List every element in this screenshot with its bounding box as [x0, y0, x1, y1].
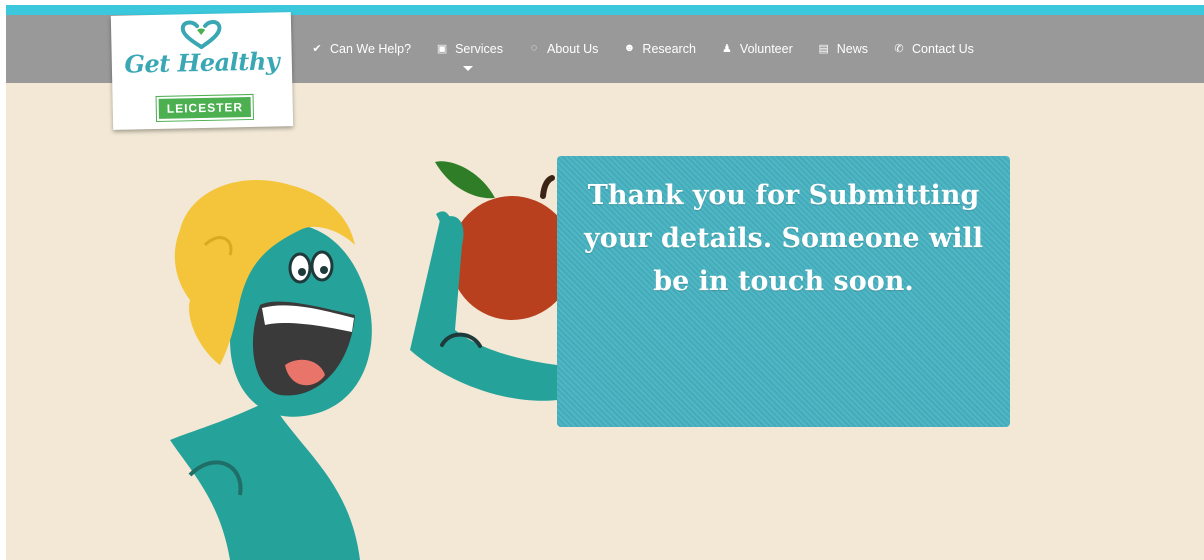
heart-hands-icon	[180, 20, 222, 50]
character-illustration	[170, 161, 570, 560]
nav-item-label: Volunteer	[739, 42, 793, 56]
nav-item-label: Can We Help?	[330, 42, 412, 56]
nav-item-label: About Us	[547, 42, 599, 56]
confirmation-panel: Thank you for Submitting your details. S…	[557, 156, 1010, 427]
nav-item-label: Contact Us	[912, 42, 974, 56]
phone-icon: ✆	[894, 43, 904, 55]
group-icon: ☻	[623, 42, 636, 54]
nav-item-label: Research	[642, 42, 696, 56]
add-user-icon: ♟	[721, 43, 732, 55]
nav-item-can-we-help[interactable]: ✔ Can We Help?	[310, 27, 425, 73]
newspaper-icon: ▤	[818, 43, 829, 55]
nav-item-label: Services	[455, 42, 503, 56]
logo-badge: LEICESTER	[156, 94, 254, 121]
nav-item-volunteer[interactable]: ♟ Volunteer	[720, 27, 807, 73]
nav-item-research[interactable]: ☻ Research	[622, 27, 710, 73]
site-logo[interactable]: Get Healthy LEICESTER	[110, 12, 294, 130]
logo-title: Get Healthy	[124, 46, 280, 79]
check-icon: ✔	[312, 43, 322, 55]
nav-item-services[interactable]: ▣ Services	[435, 27, 517, 73]
chevron-down-icon[interactable]	[463, 66, 474, 71]
nav-item-label: News	[836, 42, 869, 56]
nav-item-about-us[interactable]: ◌ About Us	[527, 27, 612, 73]
page-left-border	[0, 0, 6, 560]
chat-icon: ◌	[530, 42, 538, 54]
main-nav: ✔ Can We Help? ▣ Services ◌ About Us ☻ R…	[310, 27, 998, 73]
nav-item-contact-us[interactable]: ✆ Contact Us	[892, 27, 988, 73]
nav-item-news[interactable]: ▤ News	[817, 27, 882, 73]
services-icon: ▣	[436, 43, 448, 55]
confirmation-message: Thank you for Submitting your details. S…	[584, 180, 983, 297]
